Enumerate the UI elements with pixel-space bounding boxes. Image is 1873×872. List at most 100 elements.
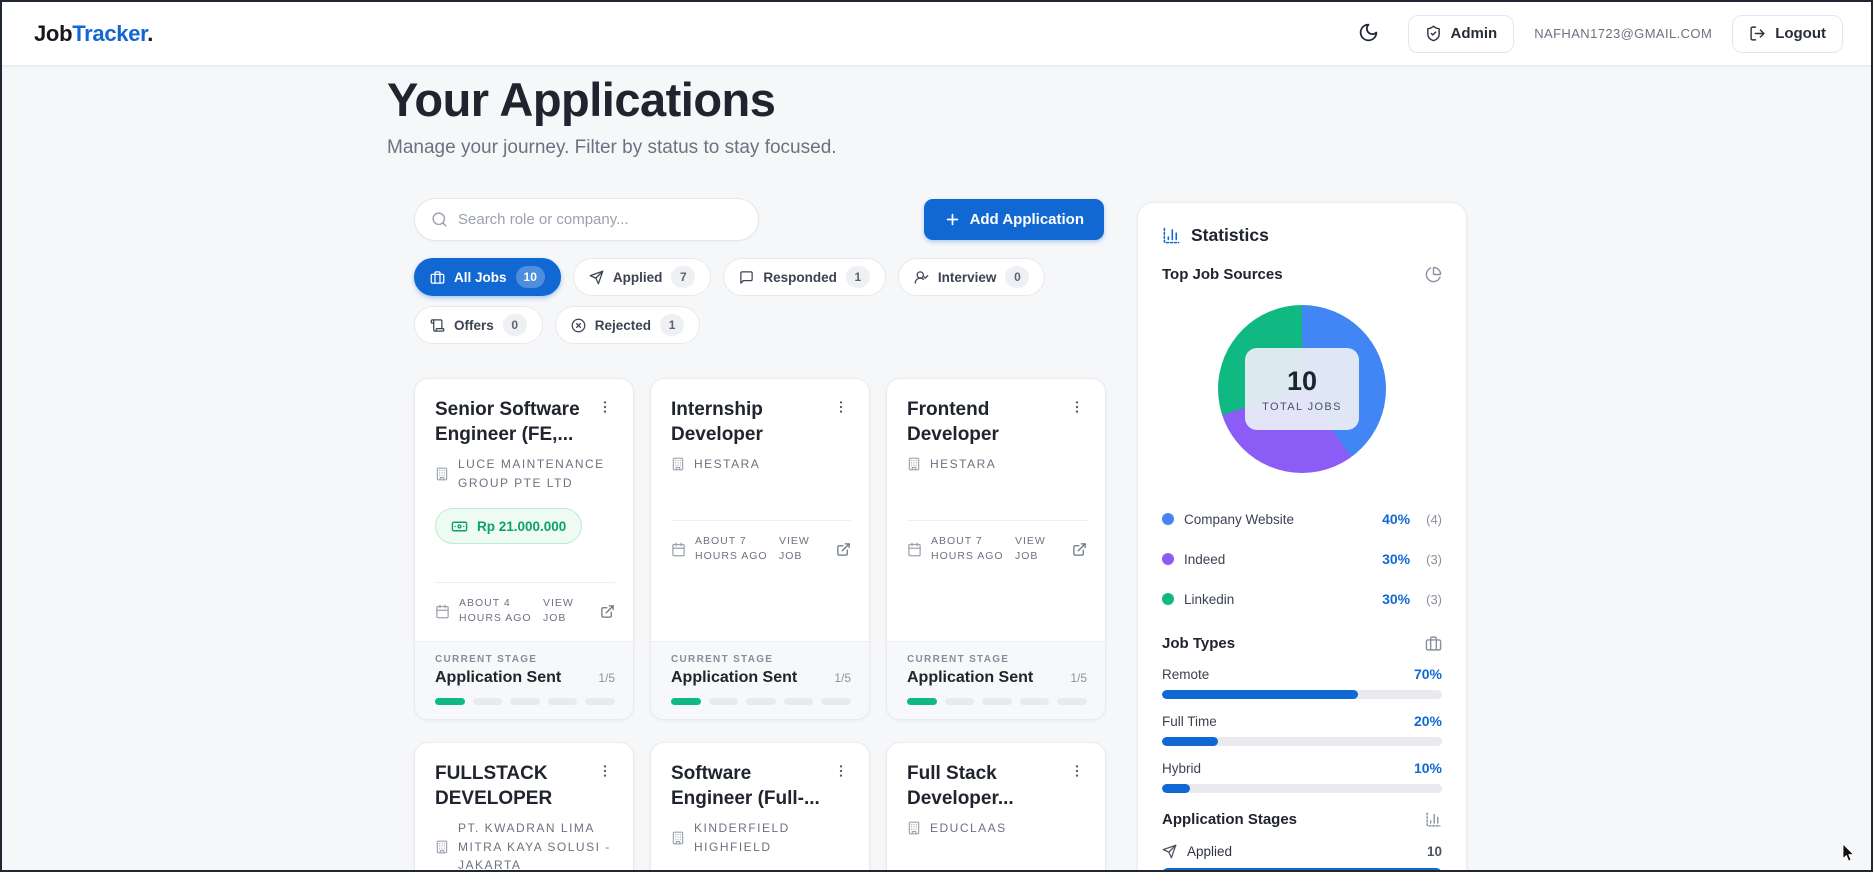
card-menu-button[interactable] bbox=[595, 761, 615, 784]
filter-label: Responded bbox=[763, 269, 837, 285]
progress-fill bbox=[1162, 737, 1218, 746]
mouse-cursor bbox=[1842, 843, 1856, 867]
calendar-icon bbox=[907, 542, 922, 557]
filter-label: Rejected bbox=[594, 317, 652, 333]
job-card[interactable]: Full Stack Developer... EDUCLAAS bbox=[886, 742, 1106, 870]
scroll-icon bbox=[430, 318, 445, 333]
add-application-button[interactable]: Add Application bbox=[923, 199, 1104, 240]
stage-progress-fraction: 1/5 bbox=[1070, 671, 1087, 685]
filter-all-jobs[interactable]: All Jobs 10 bbox=[414, 258, 561, 296]
message-square-icon bbox=[739, 270, 754, 285]
pie-chart-icon bbox=[1425, 266, 1442, 283]
app-logo: JobTracker. bbox=[34, 21, 153, 47]
progress-track bbox=[1162, 690, 1442, 699]
company-name: KINDERFIELD HIGHFIELD bbox=[694, 821, 790, 854]
legend-count: (3) bbox=[1426, 591, 1442, 607]
legend-item: Linkedin 30% (3) bbox=[1162, 579, 1442, 619]
kebab-icon bbox=[833, 401, 849, 418]
stage-name: Application Sent bbox=[671, 669, 798, 686]
building-icon bbox=[671, 831, 685, 845]
card-menu-button[interactable] bbox=[831, 397, 851, 420]
logo-part-tracker: Tracker bbox=[72, 20, 148, 46]
filter-label: Interview bbox=[937, 269, 997, 285]
stage-name: Application Sent bbox=[435, 669, 562, 686]
view-job-link[interactable]: VIEW JOB bbox=[543, 596, 591, 628]
stage-row-label: Applied bbox=[1187, 844, 1233, 859]
filter-offers[interactable]: Offers 0 bbox=[414, 306, 543, 344]
job-card[interactable]: Frontend Developer HESTARA ABOUT 7 HOURS… bbox=[886, 378, 1106, 720]
job-type-label: Full Time bbox=[1162, 713, 1217, 729]
job-type-row: Full Time 20% bbox=[1162, 713, 1442, 746]
logout-button[interactable]: Logout bbox=[1732, 14, 1843, 53]
building-icon bbox=[671, 457, 685, 471]
external-link-icon[interactable] bbox=[600, 604, 615, 619]
job-card[interactable]: Internship Developer HESTARA ABOUT 7 HOU… bbox=[650, 378, 870, 720]
job-title: FULLSTACK DEVELOPER bbox=[435, 763, 553, 810]
card-menu-button[interactable] bbox=[1067, 397, 1087, 420]
card-menu-button[interactable] bbox=[595, 397, 615, 420]
kebab-icon bbox=[1069, 401, 1085, 418]
page-header: Your Applications Manage your journey. F… bbox=[387, 72, 837, 159]
company-name: PT. KWADRAN LIMA MITRA KAYA SOLUSI - JAK… bbox=[458, 821, 611, 872]
top-job-sources-heading: Top Job Sources bbox=[1162, 266, 1283, 283]
filter-responded[interactable]: Responded 1 bbox=[723, 258, 886, 296]
company-name: HESTARA bbox=[930, 457, 997, 472]
company-name: HESTARA bbox=[694, 457, 761, 472]
filter-count-badge: 1 bbox=[845, 266, 870, 288]
progress-fill bbox=[1162, 784, 1190, 793]
filter-interview[interactable]: Interview 0 bbox=[897, 258, 1046, 296]
card-menu-button[interactable] bbox=[831, 761, 851, 784]
filter-count-badge: 0 bbox=[502, 314, 527, 336]
view-job-link[interactable]: VIEW JOB bbox=[1015, 534, 1063, 566]
job-type-percent: 70% bbox=[1413, 666, 1442, 682]
stage-name: Application Sent bbox=[907, 669, 1034, 686]
job-type-label: Remote bbox=[1162, 666, 1210, 682]
progress-track bbox=[1162, 784, 1442, 793]
calendar-icon bbox=[435, 604, 450, 619]
legend-label: Indeed bbox=[1184, 551, 1226, 567]
briefcase-icon bbox=[1425, 635, 1442, 652]
stage-bar bbox=[1162, 868, 1442, 870]
filter-count-badge: 10 bbox=[515, 266, 545, 288]
send-icon bbox=[589, 270, 604, 285]
briefcase-icon bbox=[430, 270, 445, 285]
total-jobs-value: 10 bbox=[1286, 365, 1318, 396]
search-input[interactable] bbox=[458, 211, 742, 228]
job-card[interactable]: Senior Software Engineer (FE,... LUCE MA… bbox=[414, 378, 634, 720]
filter-applied[interactable]: Applied 7 bbox=[572, 258, 712, 296]
job-types-heading: Job Types bbox=[1162, 635, 1236, 652]
job-type-percent: 20% bbox=[1413, 713, 1442, 729]
kebab-icon bbox=[1069, 765, 1085, 782]
theme-toggle-button[interactable] bbox=[1350, 15, 1388, 53]
filter-chips: All Jobs 10 Applied 7 Responded 1 Interv… bbox=[414, 258, 1114, 344]
external-link-icon[interactable] bbox=[836, 542, 851, 557]
circle-x-icon bbox=[571, 318, 586, 333]
legend-label: Linkedin bbox=[1184, 591, 1235, 607]
job-sources-pie-chart: 10 TOTAL JOBS bbox=[1218, 305, 1386, 473]
stage-progress-segments bbox=[907, 698, 1087, 705]
job-card[interactable]: FULLSTACK DEVELOPER PT. KWADRAN LIMA MIT… bbox=[414, 742, 634, 872]
job-type-row: Remote 70% bbox=[1162, 666, 1442, 699]
card-menu-button[interactable] bbox=[1067, 761, 1087, 784]
filter-count-badge: 0 bbox=[1005, 266, 1030, 288]
page-title: Your Applications bbox=[387, 73, 776, 126]
card-stage-footer: CURRENT STAGE Application Sent 1/5 bbox=[887, 641, 1105, 719]
salary-badge: Rp 21.000.000 bbox=[435, 508, 583, 545]
admin-badge[interactable]: Admin bbox=[1407, 14, 1515, 53]
logo-part-dot: . bbox=[147, 20, 154, 46]
view-job-link[interactable]: VIEW JOB bbox=[779, 534, 827, 566]
job-card[interactable]: Software Engineer (Full-... KINDERFIELD … bbox=[650, 742, 870, 870]
logo-part-job: Job bbox=[34, 20, 73, 46]
search-box bbox=[414, 198, 759, 241]
plus-icon bbox=[944, 211, 961, 228]
user-check-icon bbox=[914, 270, 929, 285]
external-link-icon[interactable] bbox=[1072, 542, 1087, 557]
filter-rejected[interactable]: Rejected 1 bbox=[554, 306, 701, 344]
legend-percent: 30% bbox=[1382, 551, 1411, 567]
moon-icon bbox=[1358, 22, 1379, 46]
legend-dot bbox=[1162, 553, 1174, 565]
posted-time: ABOUT 4 HOURS AGO bbox=[459, 596, 532, 625]
shield-check-icon bbox=[1425, 25, 1442, 42]
legend-percent: 30% bbox=[1382, 591, 1411, 607]
kebab-icon bbox=[597, 765, 613, 782]
